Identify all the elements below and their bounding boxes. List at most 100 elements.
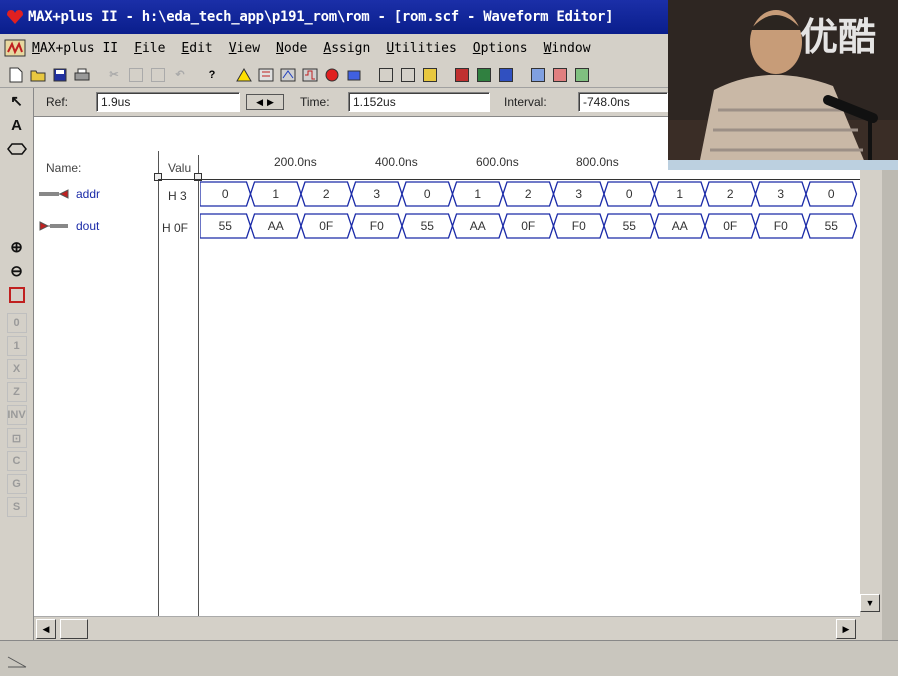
- snap-icon: S: [12, 501, 21, 513]
- tool-button-4[interactable]: [528, 65, 548, 85]
- bus-segment-value: 1: [474, 187, 481, 201]
- arrow-left-icon: ◀: [256, 96, 263, 107]
- simulator-button[interactable]: [300, 65, 320, 85]
- chip-blue-icon: [499, 67, 513, 82]
- zoom-out-icon: ⊖: [10, 263, 23, 280]
- help-button[interactable]: ?: [202, 65, 222, 85]
- count-icon: C: [12, 455, 21, 467]
- open-rpt-button[interactable]: [398, 65, 418, 85]
- zoom-in-icon: ⊕: [10, 239, 23, 256]
- bus-segment-value: 1: [676, 187, 683, 201]
- overwrite-count-tool[interactable]: C: [6, 451, 27, 471]
- undo-button[interactable]: ↶: [170, 65, 190, 85]
- waveform-editor-icon: [4, 39, 26, 57]
- scroll-right-button[interactable]: ▶: [836, 619, 856, 639]
- force-x-tool[interactable]: X: [6, 359, 27, 379]
- floorplan-button[interactable]: [256, 65, 276, 85]
- scroll-left-button[interactable]: ◀: [36, 619, 56, 639]
- ref-field[interactable]: 1.9us: [96, 92, 240, 112]
- bus-segment-value: 55: [421, 219, 435, 233]
- bus-segment-value: 3: [373, 187, 380, 201]
- arrow-right-icon: ▶: [267, 96, 274, 107]
- ref-arrows[interactable]: ◀ ▶: [246, 94, 284, 110]
- signal-name: addr: [76, 187, 101, 201]
- signal-addr[interactable]: addr: [38, 187, 100, 201]
- fit-window-tool[interactable]: [6, 284, 28, 306]
- tool-button-6[interactable]: [572, 65, 592, 85]
- waveform-canvas[interactable]: 0 1 2 3 0 1 2 3 0 1 2 3 0 55 AA 0F F0 55 AA 0F F0 55 AA 0F F0 55: [200, 179, 860, 249]
- bus-segment-value: 55: [623, 219, 637, 233]
- resize-grip-icon[interactable]: [6, 653, 28, 669]
- menu-assign[interactable]: Assign: [323, 41, 370, 56]
- force-1-tool[interactable]: 1: [6, 336, 27, 356]
- invert-tool[interactable]: INV: [6, 405, 27, 425]
- video-watermark: 优酷: [799, 15, 876, 59]
- tool-button-2[interactable]: [474, 65, 494, 85]
- tool-button-5[interactable]: [550, 65, 570, 85]
- signal-dout[interactable]: dout: [38, 219, 99, 233]
- window-title: MAX+plus II - h:\eda_tech_app\p191_rom\r…: [28, 9, 614, 25]
- overwrite-clock-tool[interactable]: ⊡: [6, 428, 27, 448]
- menu-edit[interactable]: Edit: [181, 41, 212, 56]
- force-x-icon: X: [12, 363, 21, 375]
- timeline-tick: 400.0ns: [375, 155, 418, 169]
- menu-options[interactable]: Options: [473, 41, 528, 56]
- chip-red-icon: [455, 67, 469, 82]
- waveform-draw-tool[interactable]: [6, 138, 28, 160]
- paste-button[interactable]: [148, 65, 168, 85]
- scroll-thumb[interactable]: [60, 619, 88, 639]
- programmer-button[interactable]: [344, 65, 364, 85]
- snap-tool[interactable]: S: [6, 497, 27, 517]
- hierarchy-button[interactable]: [234, 65, 254, 85]
- timeline-tick: 600.0ns: [476, 155, 519, 169]
- save-button[interactable]: [50, 65, 70, 85]
- bus-segment-value: 2: [323, 187, 330, 201]
- scroll-down-button[interactable]: ▼: [860, 594, 880, 612]
- bus-segment-value: 0: [626, 187, 633, 201]
- bus-segment-value: 3: [777, 187, 784, 201]
- waveform-draw-icon: [6, 143, 27, 155]
- menu-file[interactable]: File: [134, 41, 165, 56]
- text-tool[interactable]: A: [6, 114, 28, 136]
- help-icon: ?: [208, 68, 216, 81]
- grid-icon: [531, 67, 545, 82]
- print-button[interactable]: [72, 65, 92, 85]
- group-value-tool[interactable]: G: [6, 474, 27, 494]
- name-value-divider[interactable]: [158, 151, 159, 616]
- horizontal-scrollbar[interactable]: ◀ ▶: [34, 616, 860, 640]
- open-scf-button[interactable]: [376, 65, 396, 85]
- copy-button[interactable]: [126, 65, 146, 85]
- open-folder-icon: [30, 70, 46, 81]
- tool-button-1[interactable]: [452, 65, 472, 85]
- vertical-scrollbar[interactable]: ▼: [860, 116, 882, 616]
- waveform-panel[interactable]: Name: Valu 200.0ns 400.0ns 600.0ns 800.0…: [34, 116, 860, 616]
- bus-segment-value: 0F: [723, 219, 737, 233]
- timing-analyzer-button[interactable]: [322, 65, 342, 85]
- bus-segment-value: 0F: [319, 219, 333, 233]
- force-z-tool[interactable]: Z: [6, 382, 27, 402]
- menu-node[interactable]: Node: [276, 41, 307, 56]
- timeline-tick: 200.0ns: [274, 155, 317, 169]
- programmer-icon: [347, 70, 361, 80]
- menu-view[interactable]: View: [229, 41, 260, 56]
- tool-button-3[interactable]: [496, 65, 516, 85]
- signal-value: H 3: [168, 189, 187, 203]
- select-tool[interactable]: ↖: [6, 90, 28, 112]
- open-design-button[interactable]: [420, 65, 440, 85]
- force-0-icon: 0: [13, 317, 20, 329]
- cut-button[interactable]: ✂: [104, 65, 124, 85]
- menu-utilities[interactable]: Utilities: [386, 41, 456, 56]
- bus-segment-value: 1: [272, 187, 279, 201]
- menu-maxplus[interactable]: MAX+plus II: [32, 41, 118, 56]
- open-file-button[interactable]: [28, 65, 48, 85]
- force-z-icon: Z: [13, 386, 20, 398]
- zoom-out-tool[interactable]: ⊖: [6, 260, 28, 282]
- zoom-in-tool[interactable]: ⊕: [6, 236, 28, 258]
- value-wave-divider[interactable]: [198, 155, 199, 616]
- force-0-tool[interactable]: 0: [6, 313, 27, 333]
- menu-window[interactable]: Window: [544, 41, 591, 56]
- new-file-button[interactable]: [6, 65, 26, 85]
- bus-segment-value: 0: [222, 187, 229, 201]
- compiler-button[interactable]: [278, 65, 298, 85]
- floorplan-icon: [258, 68, 274, 81]
